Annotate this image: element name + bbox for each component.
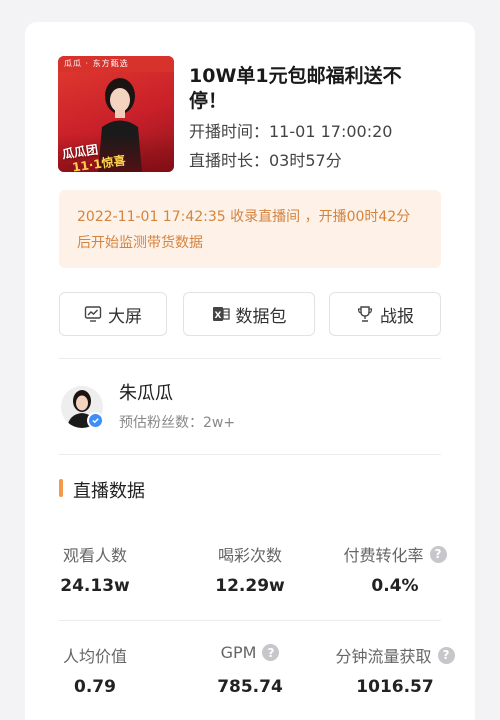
stat-label-text: 人均价值 [62,647,127,666]
help-icon[interactable]: ? [429,545,447,563]
stat-value-cheers: 12.29w [215,576,285,596]
stat-value-viewers: 24.13w [60,576,130,596]
divider [59,620,441,621]
monitor-notice: 2022-11-01 17:42:35 收录直播间 ，开播00时42分后开始监测… [59,190,441,268]
stat-label-text: 付费转化率 [343,546,424,565]
section-accent-bar [59,479,63,497]
stat-value-conversion: 0.4% [371,576,419,596]
live-room-card: 瓜瓜 · 东方甄选 瓜瓜团 11·1惊喜 10W单1元包邮福利送不停！ 开播时间… [25,22,475,720]
stat-label-gpm: GPM ? [180,643,320,662]
start-time: 开播时间：11-01 17:00:20 [189,122,393,141]
section-title: 直播数据 [73,481,145,502]
live-title[interactable]: 10W单1元包邮福利送不停！ [189,64,429,114]
stat-label-viewers: 观看人数 [25,542,165,566]
divider [59,454,441,455]
stat-label-text: 喝彩次数 [217,546,282,565]
stat-label-cheers: 喝彩次数 [180,542,320,566]
stat-label-text: GPM [220,643,257,662]
big-screen-button[interactable]: 大屏 [59,292,167,336]
help-icon[interactable]: ? [262,644,280,661]
help-icon[interactable]: ? [437,646,455,664]
data-package-label: 数据包 [235,306,287,327]
big-screen-label: 大屏 [108,306,142,327]
divider [59,358,441,359]
stat-value-avg-value: 0.79 [74,677,116,697]
excel-icon: X [212,307,230,321]
stat-label-traffic: 分钟流量获取 ? [325,643,465,667]
trophy-icon [357,306,373,322]
thumbnail-brand-bar: 瓜瓜 · 东方甄选 [58,56,174,72]
fans-count: 预估粉丝数：2w+ [119,415,236,431]
verified-badge-icon [87,412,104,429]
monitor-chart-icon [84,306,102,322]
svg-text:X: X [214,311,221,321]
stat-value-traffic: 1016.57 [356,677,434,697]
battle-report-button[interactable]: 战报 [329,292,441,336]
stat-label-avg-value: 人均价值 [25,643,165,667]
stat-label-conversion: 付费转化率 ? [325,542,465,566]
stat-value-gpm: 785.74 [217,677,283,697]
battle-report-label: 战报 [380,306,414,327]
live-thumbnail[interactable]: 瓜瓜 · 东方甄选 瓜瓜团 11·1惊喜 [58,56,174,172]
stat-label-text: 分钟流量获取 [335,647,432,666]
streamer-name[interactable]: 朱瓜瓜 [119,379,173,405]
stat-label-text: 观看人数 [62,546,127,565]
data-package-button[interactable]: X 数据包 [183,292,315,336]
live-duration: 直播时长：03时57分 [189,151,342,170]
